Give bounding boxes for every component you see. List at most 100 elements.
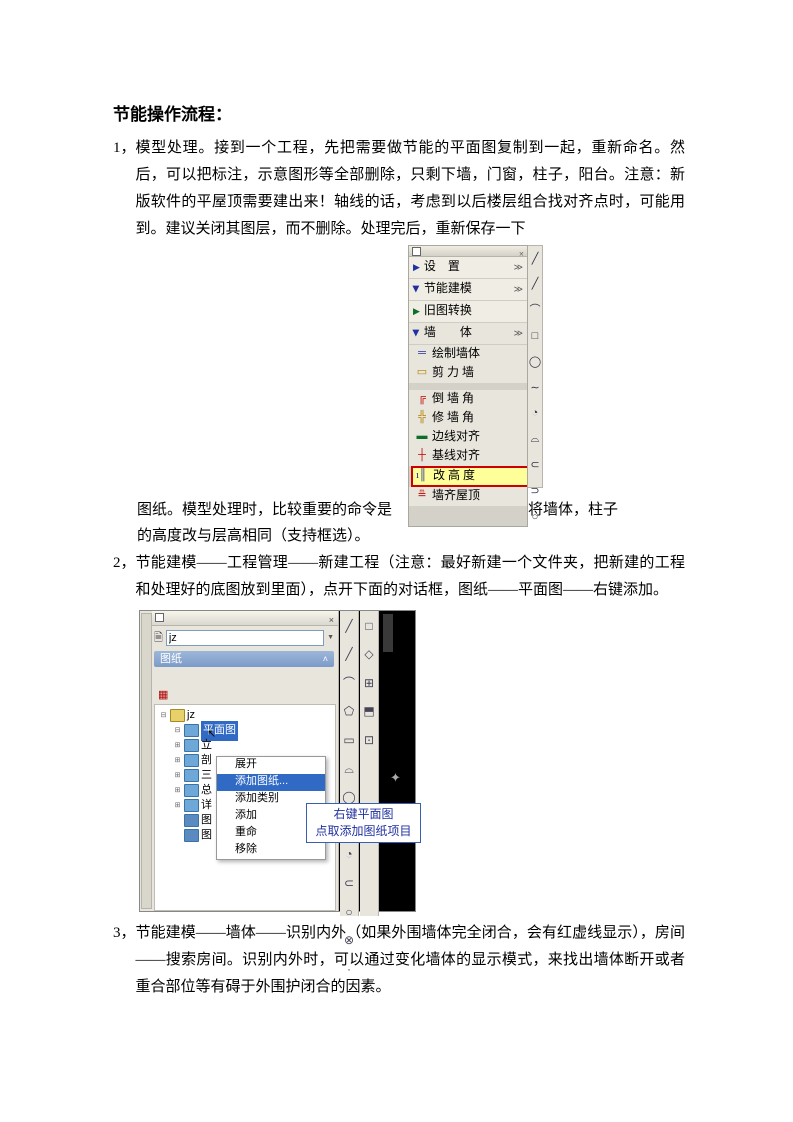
step-2-number: 2， [113,550,136,604]
collapse-icon[interactable] [155,613,164,622]
tool-icon[interactable]: · [347,959,351,981]
filename-input[interactable] [166,630,324,646]
context-add-drawing[interactable]: 添加图纸... [217,774,325,791]
step-1: 1， 模型处理。接到一个工程，先把需要做节能的平面图复制到一起，重新命名。然后，… [113,135,685,243]
panel-header: × [152,611,338,626]
tree-tool-icon[interactable]: ▦ [158,686,168,706]
menu-panel: × ▶ 设 置 ≫ ▶ 节能建模 ≫ ▶ 旧图转换 ▶ 墙 体 ≫ [408,245,528,527]
baseline-icon: ┼ [415,446,429,466]
tool-icon[interactable]: ╱ [345,616,352,638]
submenu-corner[interactable]: ╔ 倒 墙 角 [409,390,527,409]
menu-item-convert[interactable]: ▶ 旧图转换 [409,301,527,323]
step-3-text: 节能建模——墙体——识别内外（如果外围墙体完全闭合，会有红虚线显示），房间——搜… [136,920,685,1001]
tool-icon[interactable]: ⊂ [530,456,539,476]
tool-icon[interactable]: ⌒ [343,673,355,695]
menu-item-wall[interactable]: ▶ 墙 体 ≫ [409,323,527,345]
submenu-label: 墙齐屋顶 [432,485,480,507]
tree-node[interactable]: ⊞立 [155,738,335,753]
menu-item-settings[interactable]: ▶ 设 置 ≫ [409,257,527,279]
doc-title: 节能操作流程： [113,100,685,131]
tool-icon[interactable]: ⬠ [344,701,354,723]
toolbar-3: □ ◇ ⊞ ⬒ ⊡ [360,611,379,916]
tool-icon[interactable]: ⊗ [344,930,354,952]
tool-icon[interactable]: □ [532,327,539,347]
side-toolbar: ╱ ╱ ⌒ □ ◯ ∼ ◔ ⌓ ⊂ ⊃ ○ [528,245,543,488]
arrow-icon: ▶ [413,303,420,319]
drawing-icon [184,739,199,752]
submenu-edge-align[interactable]: ▬ 边线对齐 [409,428,527,447]
context-remove[interactable]: 移除 [217,842,325,859]
height-icon: ı║ [416,466,430,486]
tool-icon[interactable]: ∼ [530,379,539,399]
tool-icon[interactable]: ◔ [532,404,539,424]
arrow-down-icon: ▶ [408,286,424,293]
cursor-icon: ↖ [207,725,216,745]
tool-icon[interactable]: ⊃ [530,482,539,502]
tool-icon[interactable]: □ [365,616,372,638]
figure-1-region: 图纸。模型处理时，比较重要的命令是 将墙体，柱子 × ▶ 设 置 ≫ ▶ 节能建… [113,245,685,535]
tool-icon[interactable]: ◇ [364,644,373,666]
tool-icon[interactable]: ⊂ [344,873,354,895]
toolbar-2: ╱ ╱ ⌒ ⬠ ▭ ⌓ ◯ ∼ ◔ ⊂ ○ ⊗ · [340,611,359,916]
submenu-label: 改 高 度 [433,465,475,487]
tree-label: jz [187,706,195,726]
step-1-tail-a: 图纸。模型处理时，比较重要的命令是 [137,497,392,524]
arrow-down-icon: ▶ [408,330,424,337]
submenu-repair-corner[interactable]: ╬ 修 墙 角 [409,409,527,428]
submenu-base-align[interactable]: ┼ 基线对齐 [409,447,527,466]
collapse-icon[interactable] [412,247,421,256]
tree-root[interactable]: ⊟ jz [155,708,335,723]
drawing-icon [184,754,199,767]
tool-icon[interactable]: ○ [345,902,352,924]
step-1-tail-b: 将墙体，柱子 [528,497,618,524]
tool-icon[interactable]: ╱ [532,250,539,270]
line-icon: ═ [415,344,429,364]
submenu-wall-roof[interactable]: ≞ 墙齐屋顶 [409,487,527,506]
drawing-icon [184,799,199,812]
annotation-callout: 右键平面图 点取添加图纸项目 [306,803,421,843]
submenu-change-height[interactable]: ı║ 改 高 度 [411,466,527,487]
step-2: 2， 节能建模——工程管理——新建工程（注意：最好新建一个文件夹，把新建的工程和… [113,550,685,604]
drawing-icon [184,724,199,737]
submenu-label: 基线对齐 [432,445,480,467]
dropdown-icon[interactable]: ▼ [327,632,334,645]
figure-2-region: × 🗎 ▼ 图纸 ˄ ▦ ⊟ jz ⊟ [139,610,416,912]
submenu-draw-wall[interactable]: ═ 绘制墙体 [409,345,527,364]
tree-toolbar: ▦ [154,687,338,703]
tool-icon[interactable]: ╱ [532,275,539,295]
filename-row: 🗎 ▼ [154,629,334,649]
tool-icon[interactable]: ⌒ [530,301,541,321]
close-icon[interactable]: × [329,612,334,628]
expand-icon[interactable]: ⊟ [159,710,168,723]
chevron-up-icon: ˄ [323,651,328,667]
tree-node-plan[interactable]: ⊟ 平面图 ↖ [155,723,335,738]
viewport-tab [383,614,393,652]
menu-label: 墙 体 [424,322,472,344]
tool-icon[interactable]: ◔ [345,844,352,866]
tool-icon[interactable]: ⌓ [344,759,354,781]
close-icon[interactable]: × [519,246,524,262]
submenu-shear-wall[interactable]: ▭ 剪 力 墙 [409,364,527,383]
menu-label: 旧图转换 [424,300,472,322]
shear-icon: ▭ [415,363,429,383]
document-icon: 🗎 [154,629,163,649]
tool-icon[interactable]: ◯ [529,353,541,373]
drawing-icon [184,814,199,827]
roof-icon: ≞ [415,486,429,506]
tool-icon[interactable]: ⬒ [363,701,374,723]
tool-icon[interactable]: ⊞ [364,673,374,695]
drawings-panel-header[interactable]: 图纸 ˄ [154,651,334,667]
tool-icon[interactable]: ⌓ [531,430,540,450]
context-expand[interactable]: 展开 [217,757,325,774]
viewport[interactable]: ✦ [380,611,415,911]
tool-icon[interactable]: ╱ [345,644,352,666]
folder-icon [170,709,185,722]
tool-icon[interactable]: ▭ [343,730,354,752]
menu-item-model[interactable]: ▶ 节能建模 ≫ [409,279,527,301]
tool-icon[interactable]: ○ [532,508,539,528]
arrow-icon: ▶ [413,259,420,275]
step-1-text: 模型处理。接到一个工程，先把需要做节能的平面图复制到一起，重新命名。然后，可以把… [136,135,685,243]
drawing-icon [184,784,199,797]
expand-icon[interactable]: ⊟ [173,725,182,738]
tool-icon[interactable]: ⊡ [364,730,374,752]
